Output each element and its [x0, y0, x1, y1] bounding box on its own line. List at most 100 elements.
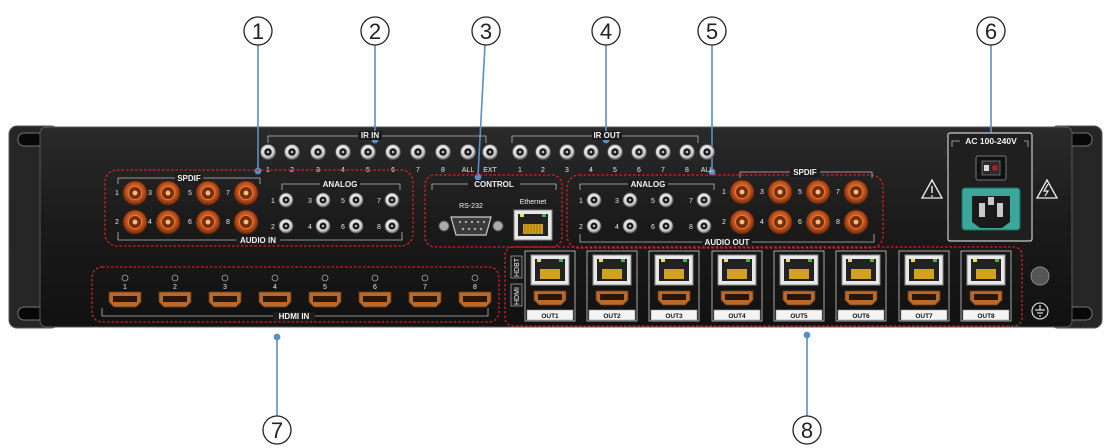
port-label: 6 [188, 219, 192, 226]
port-label: 7 [377, 198, 381, 205]
hdmi-in-port[interactable] [408, 291, 442, 308]
spdif-out-port[interactable] [805, 209, 831, 235]
port-label: 2 [271, 224, 275, 231]
hdmi-out-port[interactable] [533, 290, 567, 306]
spdif-out-port[interactable] [729, 209, 755, 235]
ir-out-port[interactable] [559, 144, 575, 160]
spdif-in-port[interactable] [155, 180, 181, 206]
spdif-in-port[interactable] [233, 209, 259, 235]
ir-in-port[interactable] [460, 144, 476, 160]
spdif-out-port[interactable] [729, 179, 755, 205]
analog-out-port[interactable] [696, 218, 712, 234]
hdbt-port[interactable] [904, 254, 944, 286]
ir-out-port[interactable] [583, 144, 599, 160]
ir-out-port[interactable] [699, 144, 715, 160]
analog-in-port[interactable] [384, 192, 400, 208]
svg-text:HDMI: HDMI [514, 287, 521, 305]
spdif-in-port[interactable] [155, 209, 181, 235]
port-label: OUT5 [790, 313, 808, 320]
spdif-out-port[interactable] [805, 179, 831, 205]
port-label: OUT8 [977, 313, 995, 320]
port-label: 4 [308, 224, 312, 231]
hdbt-port[interactable] [779, 254, 819, 286]
ir-in-port[interactable] [360, 144, 376, 160]
ir-out-port[interactable] [512, 144, 528, 160]
ir-in-port[interactable] [335, 144, 351, 160]
spdif-out-port[interactable] [767, 179, 793, 205]
port-label: 5 [188, 190, 192, 197]
ground-post[interactable] [1030, 266, 1050, 286]
hdmi-in-port[interactable] [358, 291, 392, 308]
ir-out-port[interactable] [679, 144, 695, 160]
analog-out-port[interactable] [622, 192, 638, 208]
hdmi-out-port[interactable] [595, 290, 629, 306]
analog-out-port[interactable] [586, 218, 602, 234]
spdif-in-port[interactable] [195, 180, 221, 206]
port-label: 3 [565, 167, 569, 174]
hdmi-out-port[interactable] [907, 290, 941, 306]
analog-in-port[interactable] [278, 218, 294, 234]
hdmi-in-port[interactable] [308, 291, 342, 308]
ir-out-port[interactable] [607, 144, 623, 160]
analog-in-port[interactable] [315, 218, 331, 234]
ethernet-port[interactable] [513, 209, 553, 241]
hdbt-port[interactable] [841, 254, 881, 286]
hdmi-in-port[interactable] [208, 291, 242, 308]
power-switch[interactable] [975, 155, 1007, 181]
ir-in-port[interactable] [385, 144, 401, 160]
svg-text:Ethernet: Ethernet [520, 199, 547, 206]
svg-text:7: 7 [271, 418, 283, 443]
ir-in-port[interactable] [310, 144, 326, 160]
analog-in-port[interactable] [384, 218, 400, 234]
hdmi-in-port[interactable] [158, 291, 192, 308]
spdif-out-port[interactable] [843, 209, 869, 235]
hdbt-port[interactable] [966, 254, 1006, 286]
ir-in-port[interactable] [284, 144, 300, 160]
power-inlet[interactable] [961, 187, 1021, 231]
analog-out-port[interactable] [696, 192, 712, 208]
analog-out-port[interactable] [658, 192, 674, 208]
analog-out-port[interactable] [658, 218, 674, 234]
svg-text:AUDIO IN: AUDIO IN [240, 236, 276, 245]
spdif-in-port[interactable] [122, 180, 148, 206]
port-label: 3 [148, 190, 152, 197]
port-label: ALL [701, 167, 714, 174]
spdif-out-port[interactable] [843, 179, 869, 205]
hdmi-out-port[interactable] [844, 290, 878, 306]
svg-text:4: 4 [600, 19, 612, 44]
hdbt-port[interactable] [654, 254, 694, 286]
spdif-out-port[interactable] [767, 209, 793, 235]
hdmi-out-port[interactable] [657, 290, 691, 306]
hdmi-out-port[interactable] [782, 290, 816, 306]
hdbt-port[interactable] [530, 254, 570, 286]
hdbt-port[interactable] [717, 254, 757, 286]
spdif-in-port[interactable] [233, 180, 259, 206]
ir-out-port[interactable] [655, 144, 671, 160]
port-label: OUT7 [915, 313, 933, 320]
spdif-in-port[interactable] [122, 209, 148, 235]
analog-out-port[interactable] [622, 218, 638, 234]
spdif-in-port[interactable] [195, 209, 221, 235]
callout-2: 2 [360, 16, 390, 46]
analog-in-port[interactable] [348, 218, 364, 234]
port-label: 3 [615, 198, 619, 205]
analog-in-port[interactable] [348, 192, 364, 208]
ir-out-port[interactable] [535, 144, 551, 160]
port-label: 1 [579, 198, 583, 205]
ir-in-port[interactable] [260, 144, 276, 160]
ir-in-port[interactable] [410, 144, 426, 160]
analog-out-port[interactable] [586, 192, 602, 208]
ir-in-port[interactable] [435, 144, 451, 160]
hdmi-in-port[interactable] [458, 291, 492, 308]
ir-in-port[interactable] [482, 144, 498, 160]
hdmi-in-port[interactable] [258, 291, 292, 308]
ir-out-port[interactable] [631, 144, 647, 160]
hdmi-out-port[interactable] [720, 290, 754, 306]
svg-text:HDBT: HDBT [514, 257, 521, 277]
svg-text:5: 5 [706, 19, 718, 44]
analog-in-port[interactable] [315, 192, 331, 208]
hdmi-in-port[interactable] [108, 291, 142, 308]
hdbt-port[interactable] [592, 254, 632, 286]
hdmi-out-port[interactable] [969, 290, 1003, 306]
analog-in-port[interactable] [278, 192, 294, 208]
